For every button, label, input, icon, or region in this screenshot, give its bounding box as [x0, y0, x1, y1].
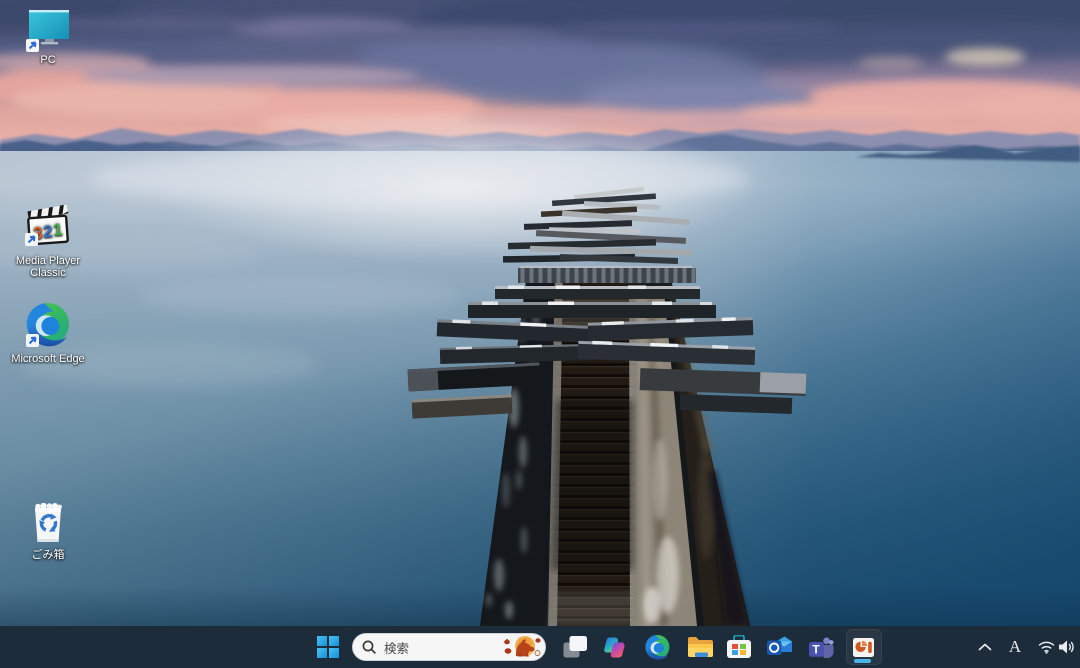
svg-text:2: 2 [42, 222, 53, 242]
svg-text:1: 1 [52, 220, 63, 240]
svg-text:T: T [812, 642, 820, 656]
